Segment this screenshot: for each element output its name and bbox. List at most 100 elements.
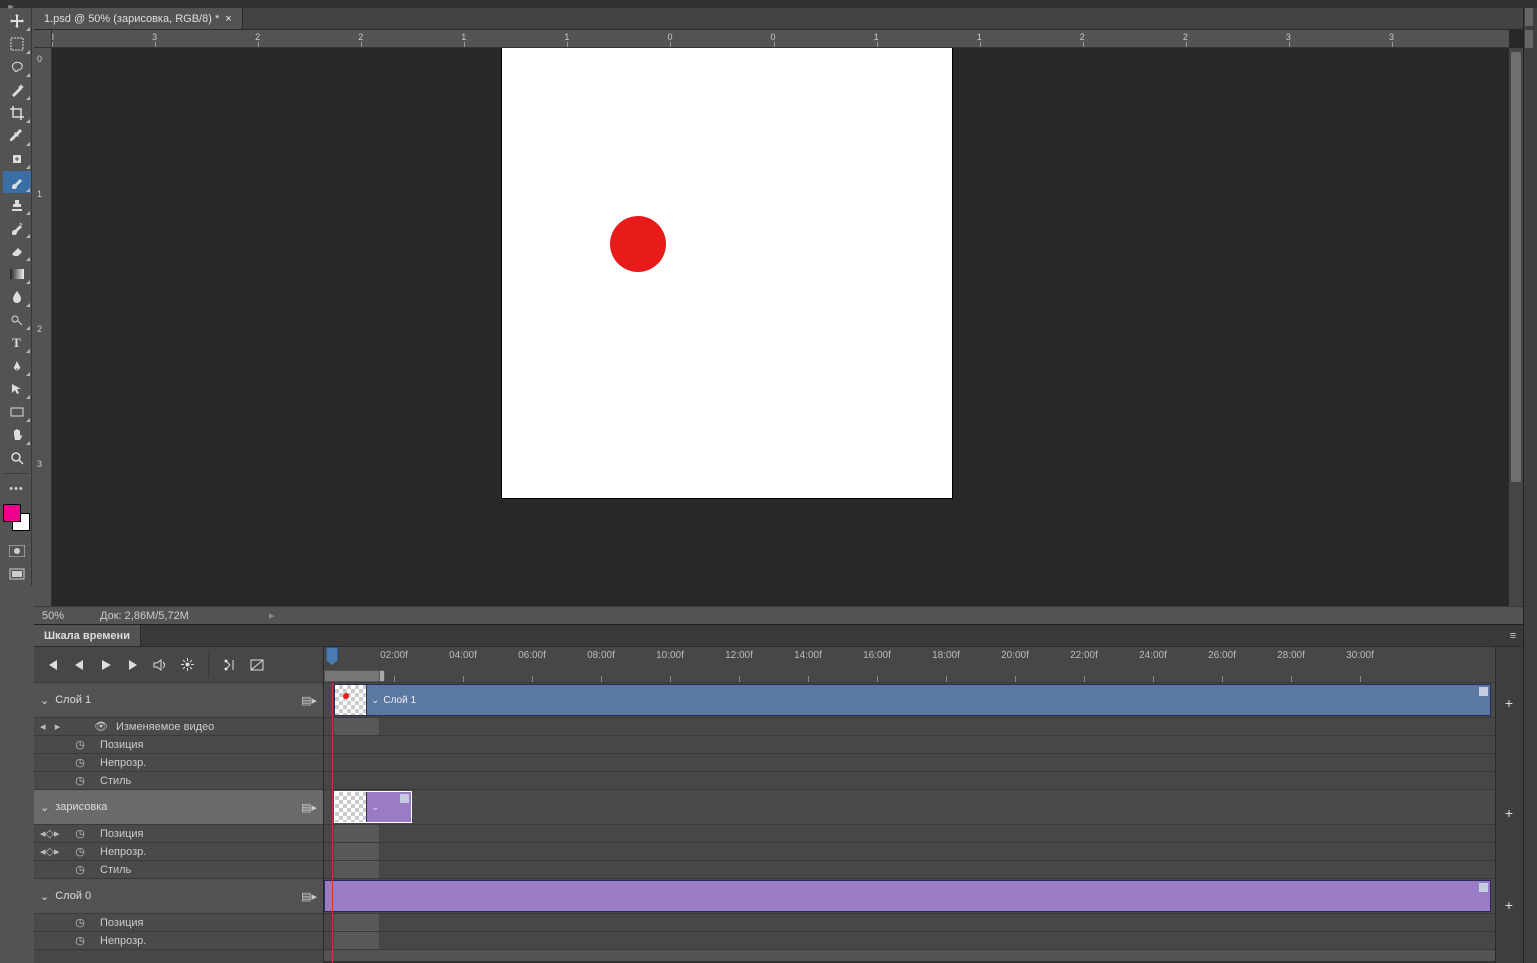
ruler-origin[interactable] <box>34 30 52 48</box>
prop-style-1[interactable]: ◷Стиль <box>34 772 323 790</box>
prop-opacity-1[interactable]: ◷Непрозр. <box>34 754 323 772</box>
track-layer-2[interactable]: ⌄ <box>324 790 1495 825</box>
prop-range[interactable] <box>334 843 379 860</box>
quickmask-toggle[interactable] <box>3 540 31 562</box>
zoom-tool[interactable] <box>3 447 31 469</box>
time-ruler[interactable]: 02:00f04:00f06:00f08:00f10:00f12:00f14:0… <box>324 647 1495 683</box>
close-tab-icon[interactable]: × <box>225 13 231 25</box>
crop-tool[interactable] <box>3 102 31 124</box>
track-layer-1[interactable]: ⌄ Слой 1 <box>324 683 1495 718</box>
playhead[interactable] <box>326 647 338 661</box>
panel-menu-icon[interactable]: ≡ <box>1503 625 1523 646</box>
prop-transform-video[interactable]: ◂ ▸ 👁 Изменяемое видео <box>34 718 323 736</box>
clip-layer-3[interactable] <box>324 880 1491 912</box>
type-tool[interactable]: T <box>3 332 31 354</box>
prop-style-2[interactable]: ◷Стиль <box>34 861 323 879</box>
next-kf-icon[interactable]: ▸ <box>55 720 61 733</box>
dodge-tool[interactable] <box>3 309 31 331</box>
prop-position-3[interactable]: ◷Позиция <box>34 914 323 932</box>
chevron-down-icon[interactable]: ⌄ <box>371 695 379 706</box>
blur-tool[interactable] <box>3 286 31 308</box>
filmstrip-icon[interactable]: ▤▸ <box>301 890 317 903</box>
tracks-area[interactable]: ⌄ Слой 1 ⌄ <box>324 683 1495 963</box>
next-frame-button[interactable] <box>123 655 143 675</box>
stamp-tool[interactable] <box>3 194 31 216</box>
document-tab[interactable]: 1.psd @ 50% (зарисовка, RGB/8) * × <box>34 8 243 29</box>
hand-tool[interactable] <box>3 424 31 446</box>
doc-size[interactable]: Док: 2,86M/5,72M <box>100 610 189 622</box>
settings-button[interactable] <box>177 655 197 675</box>
track-layer-3[interactable] <box>324 879 1495 914</box>
shape-tool[interactable] <box>3 401 31 423</box>
chevron-down-icon[interactable]: ⌄ <box>40 801 49 814</box>
path-select-tool[interactable] <box>3 378 31 400</box>
transition-button[interactable] <box>247 655 267 675</box>
layer-header-1[interactable]: ⌄ Слой 1 ▤▸ <box>34 683 323 718</box>
gradient-tool[interactable] <box>3 263 31 285</box>
canvas-viewport[interactable] <box>52 48 1509 606</box>
split-button[interactable] <box>220 655 240 675</box>
prop-range[interactable] <box>334 718 379 735</box>
work-area-bar[interactable] <box>324 670 382 682</box>
work-area-handle[interactable] <box>379 670 385 682</box>
zoom-level[interactable]: 50% <box>42 610 64 622</box>
prop-range[interactable] <box>334 932 379 949</box>
canvas-v-scrollbar[interactable] <box>1509 48 1523 606</box>
prop-position-2[interactable]: ◂◇▸ ◷Позиция <box>34 825 323 843</box>
prop-range[interactable] <box>334 914 379 931</box>
prop-position-1[interactable]: ◷Позиция <box>34 736 323 754</box>
stopwatch-icon[interactable]: ◷ <box>74 739 86 751</box>
prop-opacity-3[interactable]: ◷Непрозр. <box>34 932 323 950</box>
layer-header-3[interactable]: ⌄ Слой 0 ▤▸ <box>34 879 323 914</box>
next-kf-icon[interactable]: ▸ <box>54 845 60 858</box>
stopwatch-icon[interactable]: ◷ <box>74 775 86 787</box>
screenmode-toggle[interactable] <box>3 563 31 585</box>
prev-kf-icon[interactable]: ◂ <box>40 720 46 733</box>
edit-toolbar[interactable]: ••• <box>3 478 31 500</box>
clip-layer-2[interactable]: ⌄ <box>334 791 412 823</box>
fg-swatch[interactable] <box>3 504 21 522</box>
marquee-tool[interactable] <box>3 33 31 55</box>
lasso-tool[interactable] <box>3 56 31 78</box>
eyedropper-tool[interactable] <box>3 125 31 147</box>
play-button[interactable] <box>96 655 116 675</box>
layer-header-2[interactable]: ⌄ зарисовка ▤▸ <box>34 790 323 825</box>
horizontal-ruler[interactable]: 33221100112233 <box>52 30 1509 48</box>
add-kf-icon[interactable]: ◇ <box>46 827 54 840</box>
prop-range[interactable] <box>334 825 379 842</box>
stopwatch-icon[interactable]: ◷ <box>74 935 86 947</box>
stopwatch-icon[interactable]: ◷ <box>74 846 86 858</box>
heal-tool[interactable] <box>3 148 31 170</box>
pen-tool[interactable] <box>3 355 31 377</box>
eye-icon[interactable]: 👁 <box>94 720 108 733</box>
eraser-tool[interactable] <box>3 240 31 262</box>
filmstrip-icon[interactable]: ▤▸ <box>301 801 317 814</box>
prop-range[interactable] <box>334 861 379 878</box>
chevron-down-icon[interactable]: ⌄ <box>40 890 49 903</box>
add-track-button[interactable]: + <box>1501 805 1517 821</box>
stopwatch-icon[interactable]: ◷ <box>74 828 86 840</box>
next-kf-icon[interactable]: ▸ <box>54 827 60 840</box>
brush-tool[interactable] <box>3 171 31 193</box>
prop-opacity-2[interactable]: ◂◇▸ ◷Непрозр. <box>34 843 323 861</box>
timeline-tab[interactable]: Шкала времени <box>34 625 141 646</box>
right-dock[interactable] <box>1523 8 1537 963</box>
chevron-down-icon[interactable]: ⌄ <box>40 694 49 707</box>
history-brush-tool[interactable] <box>3 217 31 239</box>
filmstrip-icon[interactable]: ▤▸ <box>301 694 317 707</box>
color-swatches[interactable] <box>3 504 31 536</box>
add-kf-icon[interactable]: ◇ <box>46 845 54 858</box>
wand-tool[interactable] <box>3 79 31 101</box>
go-to-start-button[interactable] <box>42 655 62 675</box>
stopwatch-icon[interactable]: ◷ <box>74 757 86 769</box>
stopwatch-icon[interactable]: ◷ <box>74 917 86 929</box>
move-tool[interactable] <box>3 10 31 32</box>
scrollbar-thumb[interactable] <box>1511 52 1521 482</box>
vertical-ruler[interactable]: 0123 <box>34 48 52 606</box>
status-chevron-icon[interactable]: ▸ <box>269 609 275 622</box>
mute-button[interactable] <box>150 655 170 675</box>
chevron-down-icon[interactable]: ⌄ <box>371 802 379 813</box>
add-track-button[interactable]: + <box>1501 897 1517 913</box>
prev-frame-button[interactable] <box>69 655 89 675</box>
add-track-button[interactable]: + <box>1501 695 1517 711</box>
